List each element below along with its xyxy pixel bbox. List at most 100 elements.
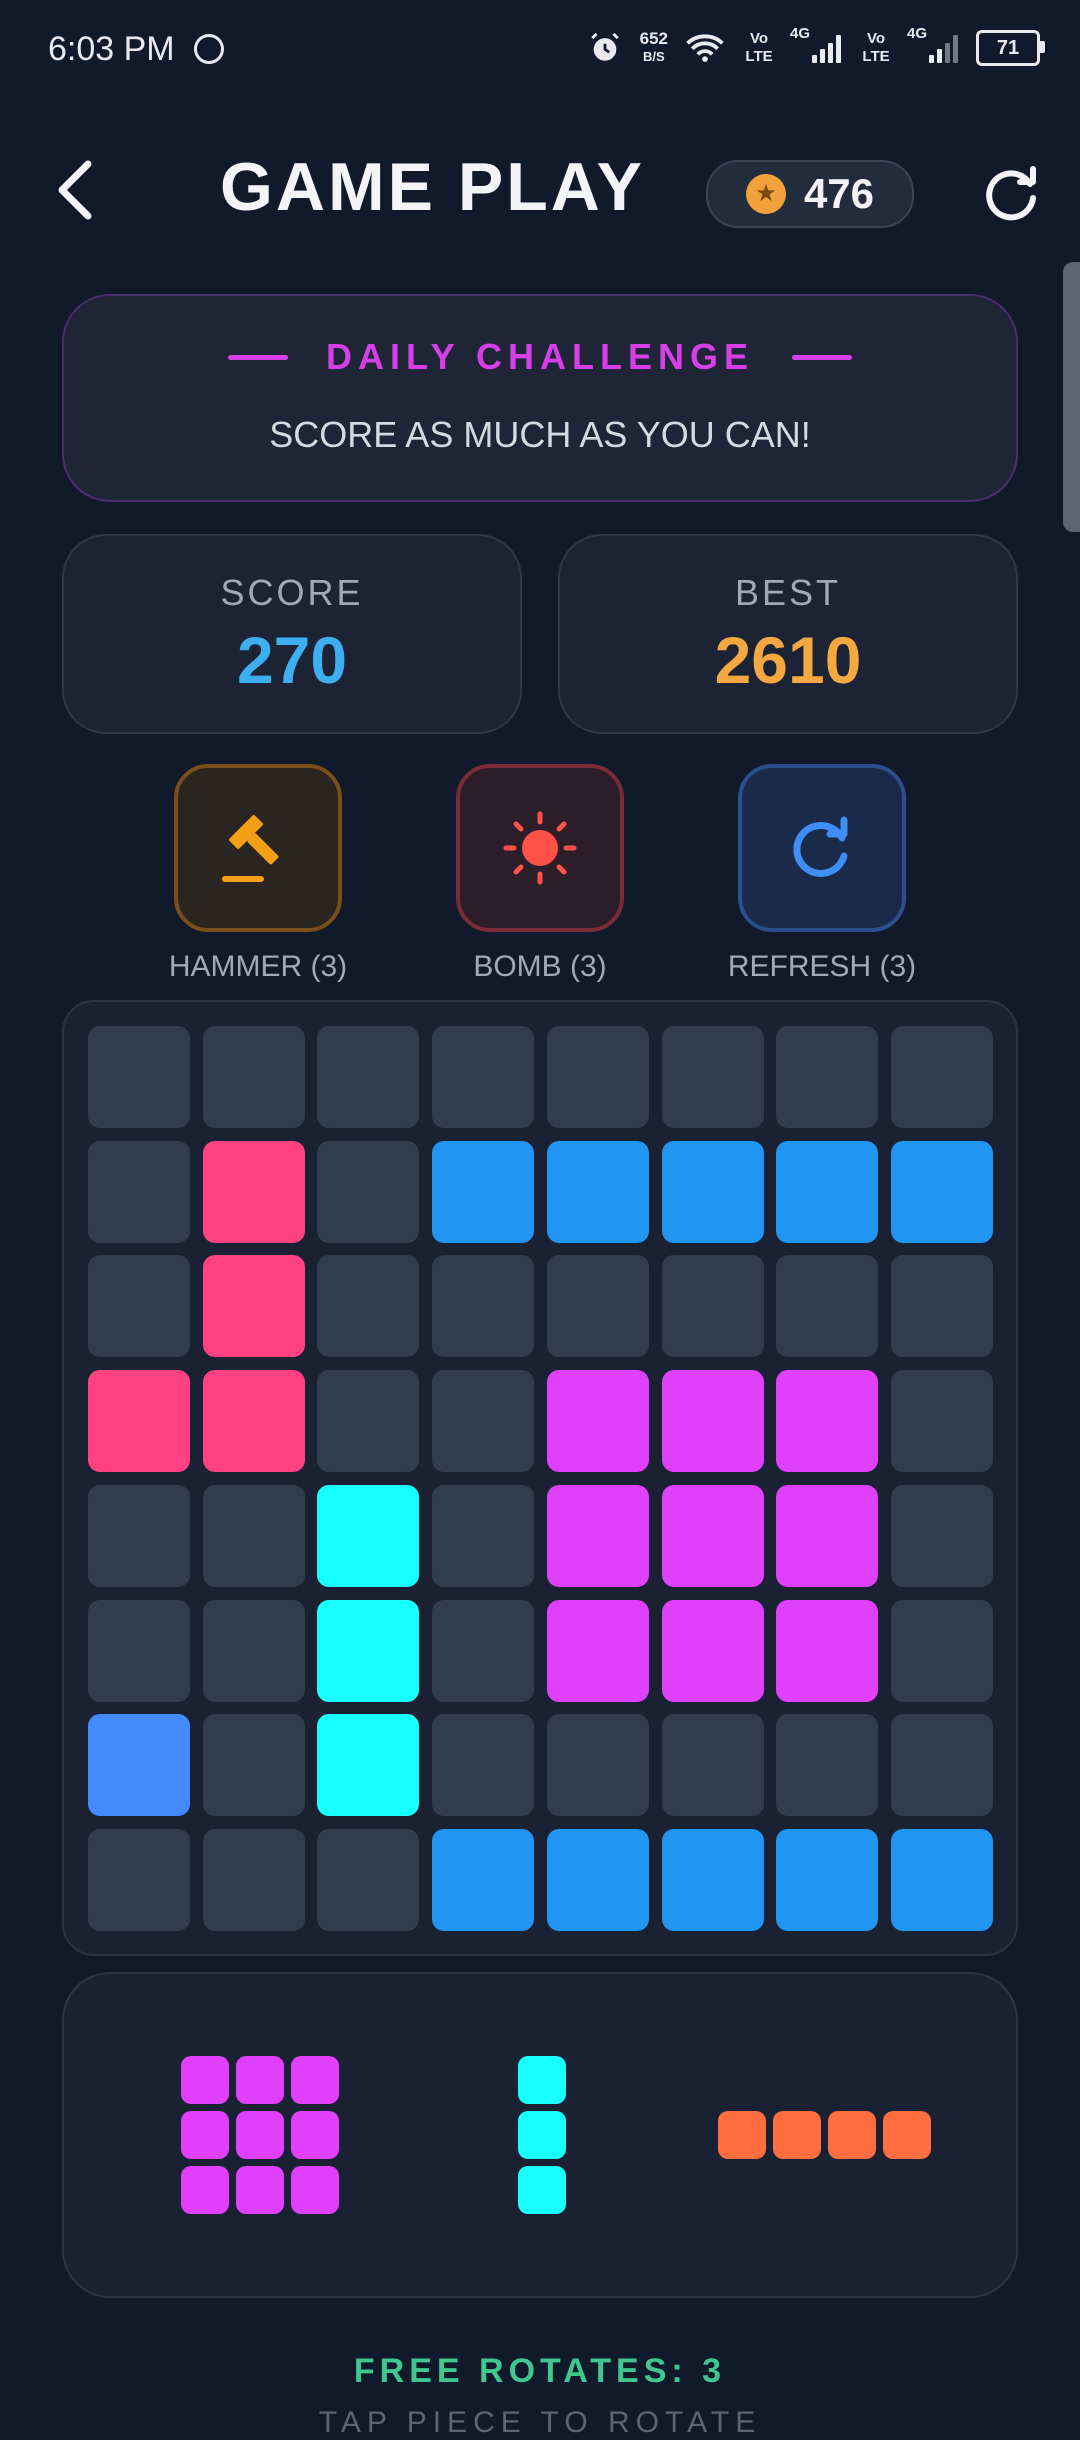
board-cell-empty[interactable] [432,1255,535,1358]
coin-count: 476 [803,170,875,217]
best-card: BEST 2610 [558,534,1018,734]
status-icons: 652 B/S Vo LTE 4G Vo LTE 4G 71 [588,25,1045,66]
board-cell-empty[interactable] [88,1255,190,1358]
piece-block [291,2166,339,2214]
board-block-pink[interactable] [202,1140,305,1243]
divider [227,354,288,360]
board-block-cyan[interactable] [317,1484,420,1587]
board-cell-empty[interactable] [890,1026,993,1128]
wifi-icon [686,34,724,62]
board-cell-empty[interactable] [317,1828,420,1931]
board-block-blue[interactable] [432,1140,535,1243]
board-cell-empty[interactable] [661,1714,764,1817]
best-value: 2610 [714,623,862,697]
board-cell-empty[interactable] [88,1599,190,1702]
board-cell-empty[interactable] [776,1255,879,1358]
board-cell-empty[interactable] [776,1714,879,1817]
game-board[interactable] [62,1000,1018,1956]
piece-block [882,2111,931,2159]
board-cell-empty[interactable] [546,1714,649,1817]
score-card: SCORE 270 [62,534,522,734]
board-cell-empty[interactable] [432,1599,535,1702]
board-block-royal[interactable] [88,1714,190,1817]
board-cell-empty[interactable] [202,1484,305,1587]
tray-piece-orange[interactable] [717,2111,931,2159]
board-cell-empty[interactable] [546,1026,649,1128]
free-rotates-counter: FREE ROTATES: 3 [353,2352,727,2390]
board-cell-empty[interactable] [890,1599,993,1702]
daily-challenge-card: DAILY CHALLENGE SCORE AS MUCH AS YOU CAN… [62,294,1018,502]
piece-block [518,2111,566,2159]
board-cell-empty[interactable] [890,1255,993,1358]
board-block-magenta[interactable] [661,1370,764,1473]
board-block-magenta[interactable] [546,1599,649,1702]
board-cell-empty[interactable] [432,1714,535,1817]
board-cell-empty[interactable] [432,1026,535,1128]
board-block-blue[interactable] [661,1828,764,1931]
refresh-button[interactable] [738,764,906,932]
board-cell-empty[interactable] [317,1370,420,1473]
board-block-magenta[interactable] [661,1599,764,1702]
piece-block [181,2166,229,2214]
board-block-blue[interactable] [890,1828,993,1931]
board-block-pink[interactable] [202,1370,305,1473]
board-cell-empty[interactable] [317,1140,420,1243]
board-block-blue[interactable] [776,1828,879,1931]
board-block-magenta[interactable] [776,1370,879,1473]
battery-level: 71 [996,36,1020,59]
bomb-label: BOMB (3) [473,950,607,983]
board-cell-empty[interactable] [202,1599,305,1702]
board-cell-empty[interactable] [661,1026,764,1128]
board-block-magenta[interactable] [661,1484,764,1587]
board-cell-empty[interactable] [88,1026,190,1128]
bomb-button[interactable] [456,764,624,932]
board-block-magenta[interactable] [776,1484,879,1587]
board-block-cyan[interactable] [317,1714,420,1817]
board-cell-empty[interactable] [890,1714,993,1817]
best-label: BEST [734,572,842,613]
board-block-pink[interactable] [88,1370,190,1473]
page-title: GAME PLAY [220,149,646,225]
piece-block [181,2111,229,2159]
board-cell-empty[interactable] [890,1484,993,1587]
piece-block [291,2056,339,2104]
board-block-blue[interactable] [432,1828,535,1931]
board-cell-empty[interactable] [88,1828,190,1931]
hammer-button[interactable] [174,764,342,932]
board-cell-empty[interactable] [546,1255,649,1358]
restart-button[interactable] [980,162,1042,224]
board-cell-empty[interactable] [317,1026,420,1128]
board-block-magenta[interactable] [546,1370,649,1473]
tray-piece-cyan[interactable] [518,2056,566,2214]
board-block-magenta[interactable] [546,1484,649,1587]
tray-piece-magenta[interactable] [181,2056,339,2214]
board-cell-empty[interactable] [317,1255,420,1358]
board-block-blue[interactable] [776,1140,879,1243]
board-block-magenta[interactable] [776,1599,879,1702]
board-cell-empty[interactable] [432,1484,535,1587]
board-block-blue[interactable] [546,1828,649,1931]
board-block-cyan[interactable] [317,1599,420,1702]
side-panel-handle[interactable] [1063,262,1080,532]
board-cell-empty[interactable] [202,1714,305,1817]
board-cell-empty[interactable] [202,1026,305,1128]
board-cell-empty[interactable] [88,1140,190,1243]
board-cell-empty[interactable] [202,1828,305,1931]
board-block-pink[interactable] [202,1255,305,1358]
board-block-blue[interactable] [661,1140,764,1243]
refresh-label: REFRESH (3) [727,950,917,983]
board-cell-empty[interactable] [661,1255,764,1358]
piece-tray [62,1972,1018,2298]
board-cell-empty[interactable] [890,1370,993,1473]
board-cell-empty[interactable] [776,1026,879,1128]
challenge-title: DAILY CHALLENGE [325,336,755,377]
coin-balance[interactable]: ★ 476 [706,160,914,228]
board-cell-empty[interactable] [88,1484,190,1587]
board-cell-empty[interactable] [432,1370,535,1473]
piece-block [827,2111,876,2159]
board-block-blue[interactable] [546,1140,649,1243]
board-block-blue[interactable] [890,1140,993,1243]
back-button[interactable] [52,150,112,230]
rotate-hint: TAP PIECE TO ROTATE [318,2406,762,2439]
piece-block [518,2166,566,2214]
